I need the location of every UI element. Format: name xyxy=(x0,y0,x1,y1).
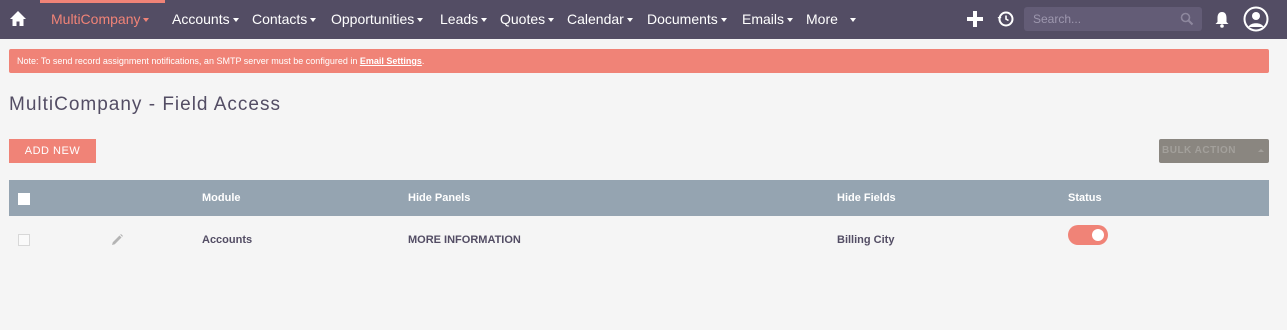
caret-down-icon xyxy=(548,18,555,23)
cell-hide-fields: Billing City xyxy=(837,234,895,246)
home-icon[interactable] xyxy=(8,9,28,29)
caret-down-icon xyxy=(481,18,488,23)
column-header-status[interactable]: Status xyxy=(1068,192,1102,204)
cell-hide-panels: MORE INFORMATION xyxy=(408,234,521,246)
alert-suffix: . xyxy=(421,56,425,66)
bulk-action-label: BULK ACTION xyxy=(1162,145,1237,156)
nav-label-leads: Leads xyxy=(440,11,479,27)
plus-icon[interactable] xyxy=(964,8,986,30)
bell-icon[interactable] xyxy=(1211,8,1233,30)
page-title: MultiCompany - Field Access xyxy=(9,94,281,115)
nav-item-leads[interactable]: Leads xyxy=(440,11,488,29)
table-header: Module Hide Panels Hide Fields Status xyxy=(9,180,1269,216)
smtp-alert: Note: To send record assignment notifica… xyxy=(9,49,1269,73)
row-checkbox[interactable] xyxy=(18,234,30,246)
history-icon[interactable] xyxy=(995,8,1017,30)
nav-item-accounts[interactable]: Accounts xyxy=(172,11,239,29)
nav-label-documents: Documents xyxy=(647,11,718,27)
pencil-icon[interactable] xyxy=(110,233,124,247)
column-header-hide-panels[interactable]: Hide Panels xyxy=(408,192,470,204)
column-header-hide-fields[interactable]: Hide Fields xyxy=(837,192,896,204)
caret-down-icon xyxy=(626,18,633,23)
user-icon[interactable] xyxy=(1243,6,1269,32)
nav-item-calendar[interactable]: Calendar xyxy=(567,11,633,29)
toggle-knob xyxy=(1092,229,1104,241)
email-settings-link[interactable]: Email Settings xyxy=(360,56,422,66)
caret-down-icon xyxy=(232,18,239,23)
add-new-button[interactable]: ADD NEW xyxy=(9,139,96,163)
caret-down-icon xyxy=(787,18,794,23)
nav-label-more: More xyxy=(806,11,838,27)
nav-label-emails: Emails xyxy=(742,11,785,27)
nav-label-calendar: Calendar xyxy=(567,11,624,27)
column-header-module[interactable]: Module xyxy=(202,192,241,204)
caret-down-icon xyxy=(849,18,856,23)
search-box xyxy=(1024,7,1202,31)
nav-label-accounts: Accounts xyxy=(172,11,230,27)
nav-item-opportunities[interactable]: Opportunities xyxy=(331,11,424,29)
nav-label-multicompany: MultiCompany xyxy=(51,11,141,27)
nav-item-quotes[interactable]: Quotes xyxy=(500,11,555,29)
cell-module[interactable]: Accounts xyxy=(202,234,252,246)
select-all-checkbox[interactable] xyxy=(18,193,30,205)
alert-text: Note: To send record assignment notifica… xyxy=(17,56,360,66)
nav-item-contacts[interactable]: Contacts xyxy=(252,11,317,29)
table-row: Accounts MORE INFORMATION Billing City xyxy=(9,216,1269,264)
nav-item-multicompany[interactable]: MultiCompany xyxy=(51,11,150,29)
nav-label-contacts: Contacts xyxy=(252,11,308,27)
search-icon[interactable] xyxy=(1180,12,1194,26)
nav-label-quotes: Quotes xyxy=(500,11,546,27)
status-toggle[interactable] xyxy=(1068,225,1108,245)
bulk-action-button[interactable]: BULK ACTION xyxy=(1159,139,1269,163)
top-navigation: MultiCompany Accounts Contacts Opportuni… xyxy=(0,0,1287,39)
nav-item-documents[interactable]: Documents xyxy=(647,11,727,29)
caret-down-icon xyxy=(310,18,317,23)
caret-up-icon xyxy=(1258,149,1264,152)
nav-label-opportunities: Opportunities xyxy=(331,11,415,27)
caret-down-icon xyxy=(417,18,424,23)
search-input[interactable] xyxy=(1024,7,1174,31)
nav-item-emails[interactable]: Emails xyxy=(742,11,794,29)
caret-down-icon xyxy=(143,18,150,23)
caret-down-icon xyxy=(720,18,727,23)
nav-item-more[interactable]: More xyxy=(806,11,856,29)
